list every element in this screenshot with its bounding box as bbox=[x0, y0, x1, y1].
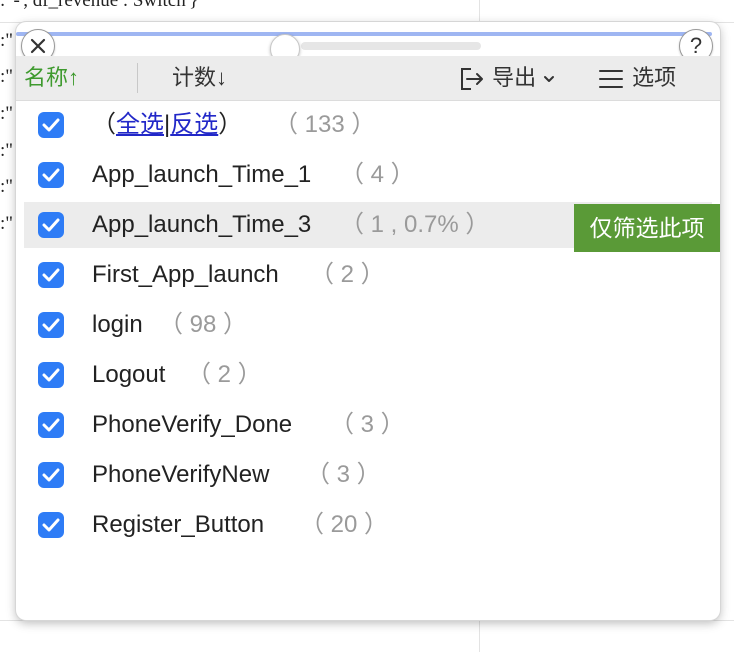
item-label: PhoneVerifyNew bbox=[92, 461, 270, 488]
checkmark-icon bbox=[42, 318, 60, 332]
item-count: （ 3 ） bbox=[306, 461, 381, 488]
select-all-link[interactable]: 全选 bbox=[116, 111, 164, 138]
item-checkbox[interactable] bbox=[38, 512, 64, 538]
item-label: First_App_launch bbox=[92, 261, 279, 288]
background-row-marker: :" bbox=[0, 103, 14, 124]
item-checkbox[interactable] bbox=[38, 212, 64, 238]
item-count: （ 20 ） bbox=[300, 511, 389, 538]
checkmark-icon bbox=[42, 168, 60, 182]
item-checkbox[interactable] bbox=[38, 312, 64, 338]
filter-toolbar: 名称↑ 计数↓ 导出 选项 bbox=[16, 56, 720, 101]
background-code-text: : '-', df_revenue : Switch'} bbox=[0, 0, 199, 11]
sort-by-name-button[interactable]: 名称↑ bbox=[24, 56, 79, 100]
checkmark-icon bbox=[42, 368, 60, 382]
sort-by-count-label: 计数 bbox=[172, 65, 217, 90]
item-label: Register_Button bbox=[92, 511, 265, 538]
arrow-up-icon: ↑ bbox=[68, 65, 80, 90]
sort-by-name-label: 名称 bbox=[24, 65, 69, 90]
list-item[interactable]: PhoneVerifyNew （ 3 ） bbox=[24, 452, 712, 498]
paren-open: （ bbox=[92, 111, 116, 138]
checkmark-icon bbox=[42, 218, 60, 232]
chevron-down-icon bbox=[544, 76, 555, 83]
filter-only-this-button[interactable]: 仅筛选此项 bbox=[574, 204, 720, 252]
select-all-row: （全选|反选） （ 133 ） bbox=[24, 102, 712, 148]
background-row-marker: :" bbox=[0, 66, 14, 87]
item-checkbox[interactable] bbox=[38, 362, 64, 388]
checkmark-icon bbox=[42, 518, 60, 532]
slider-track[interactable] bbox=[16, 32, 712, 36]
slider-track-remaining[interactable] bbox=[301, 42, 481, 50]
item-count: （ 3 ） bbox=[330, 411, 405, 438]
checkmark-icon bbox=[42, 268, 60, 282]
item-label: App_launch_Time_1 bbox=[92, 161, 312, 188]
item-count: （ 2 ） bbox=[310, 261, 385, 288]
item-label: PhoneVerify_Done bbox=[92, 411, 293, 438]
item-label: login bbox=[92, 311, 143, 338]
item-checkbox[interactable] bbox=[38, 162, 64, 188]
checkmark-icon bbox=[42, 118, 60, 132]
total-count: （ 133 ） bbox=[274, 111, 376, 138]
list-item[interactable]: login （ 98 ） bbox=[24, 302, 712, 348]
item-checkbox[interactable] bbox=[38, 262, 64, 288]
paren-close: ） bbox=[218, 111, 243, 138]
toolbar-divider bbox=[137, 63, 138, 93]
checkmark-icon bbox=[42, 468, 60, 482]
background-row-marker: :" bbox=[0, 213, 14, 234]
export-icon bbox=[461, 68, 483, 91]
options-button[interactable]: 选项 bbox=[596, 56, 676, 100]
item-count: （ 1 , 0.7% ） bbox=[340, 211, 490, 238]
select-all-checkbox[interactable] bbox=[38, 112, 64, 138]
list-item[interactable]: Register_Button （ 20 ） bbox=[24, 502, 712, 548]
menu-icon bbox=[599, 70, 623, 89]
grid-row-line bbox=[0, 620, 734, 621]
list-item[interactable]: First_App_launch （ 2 ） bbox=[24, 252, 712, 298]
select-all-controls: （全选|反选） bbox=[92, 102, 242, 148]
background-row-marker: :" bbox=[0, 140, 14, 161]
list-item-highlighted[interactable]: App_launch_Time_3 （ 1 , 0.7% ） 仅筛选此项 bbox=[24, 202, 720, 252]
item-count: （ 2 ） bbox=[187, 361, 262, 388]
background-row-marker: :" bbox=[0, 30, 14, 51]
item-checkbox[interactable] bbox=[38, 462, 64, 488]
arrow-down-icon: ↓ bbox=[216, 65, 228, 90]
item-checkbox[interactable] bbox=[38, 412, 64, 438]
background-row-marker: :" bbox=[0, 176, 14, 197]
export-button[interactable]: 导出 bbox=[456, 56, 556, 100]
item-label: App_launch_Time_3 bbox=[92, 211, 312, 238]
checkmark-icon bbox=[42, 418, 60, 432]
item-count: （ 98 ） bbox=[159, 311, 248, 338]
options-label: 选项 bbox=[632, 65, 677, 90]
item-count: （ 4 ） bbox=[340, 161, 415, 188]
list-item[interactable]: Logout （ 2 ） bbox=[24, 352, 712, 398]
list-item[interactable]: App_launch_Time_1 （ 4 ） bbox=[24, 152, 712, 198]
list-item[interactable]: PhoneVerify_Done （ 3 ） bbox=[24, 402, 712, 448]
item-label: Logout bbox=[92, 361, 166, 388]
sort-by-count-button[interactable]: 计数↓ bbox=[172, 56, 227, 100]
export-label: 导出 bbox=[492, 65, 537, 90]
filter-popup: ? 名称↑ 计数↓ 导出 选项 （全选|反选） （ 133 ） App_laun… bbox=[16, 22, 720, 620]
invert-selection-link[interactable]: 反选 bbox=[170, 111, 218, 138]
